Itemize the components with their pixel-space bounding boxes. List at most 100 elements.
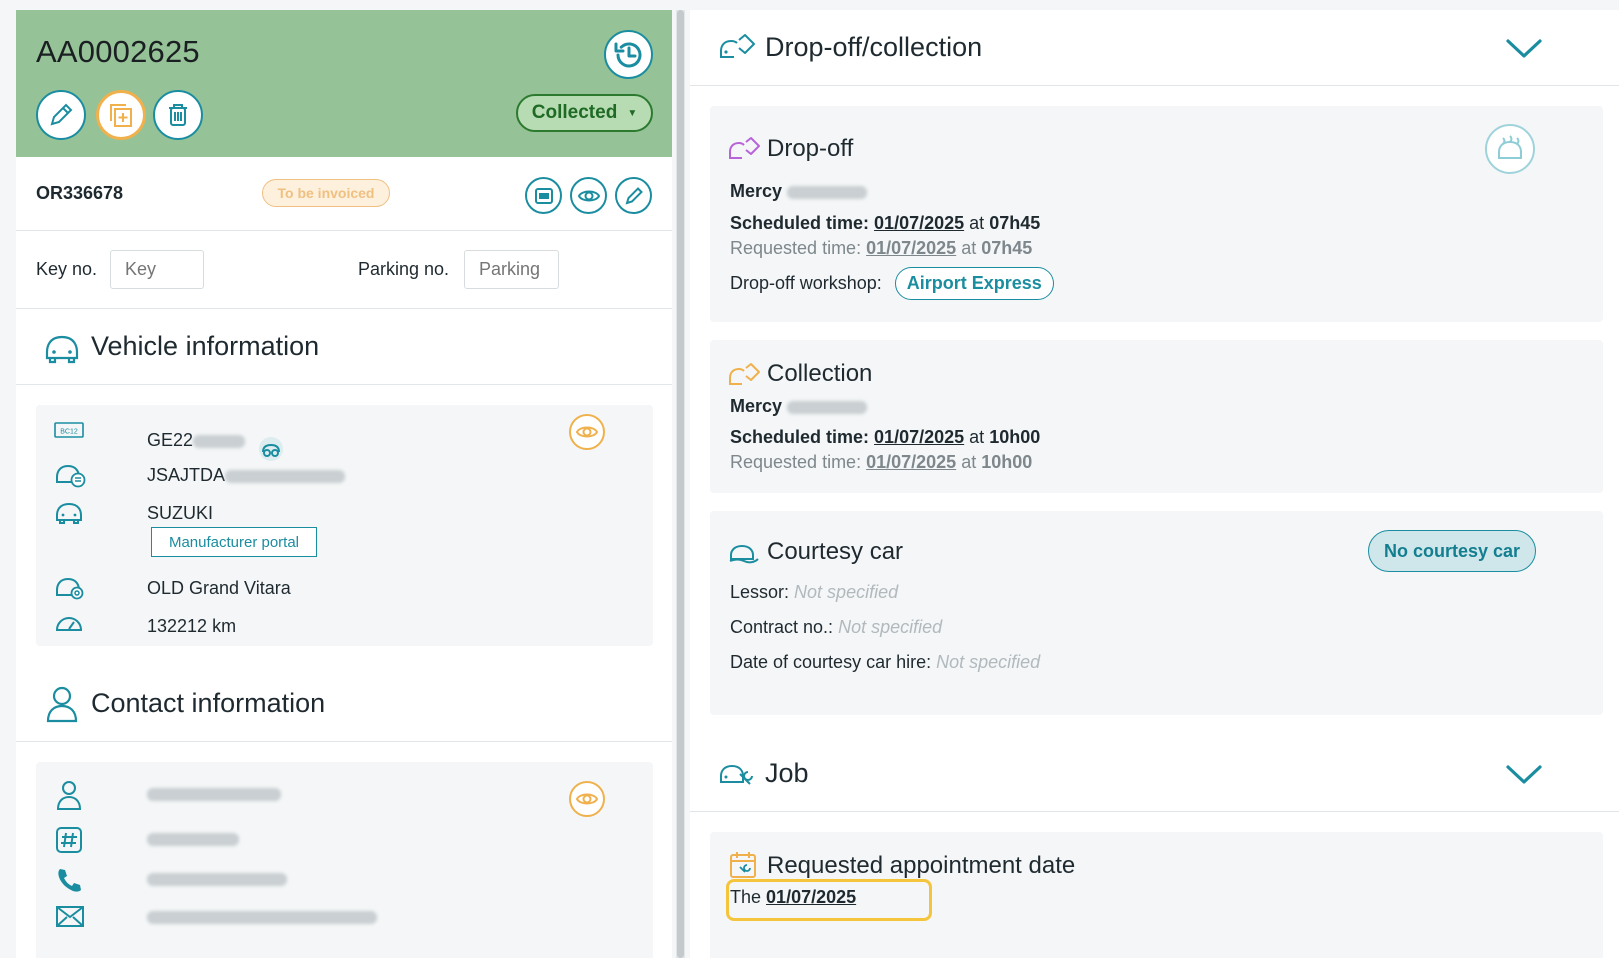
parking-label: Parking no. <box>358 259 450 279</box>
history-icon <box>614 41 641 67</box>
contact-section-title: Contact information <box>91 688 326 718</box>
dropoff-requested-label: Requested time: <box>730 238 862 258</box>
dropoff-scheduled-date[interactable]: 01/07/2025 <box>874 213 964 233</box>
courtesy-car-card: Courtesy car No courtesy car Lessor: Not… <box>710 511 1603 715</box>
vehicle-model: OLD Grand Vitara <box>147 578 291 598</box>
dropoff-requested-time: 07h45 <box>981 238 1033 258</box>
job-section-header[interactable]: Job <box>690 736 1619 812</box>
or-number: OR336678 <box>36 183 124 203</box>
plate-number: GE22 <box>147 430 246 451</box>
dropoff-requested: Requested time: 01/07/2025 at 07h45 <box>730 238 1032 259</box>
speedometer-icon <box>55 617 83 631</box>
dropoff-person-name: Mercy <box>730 181 783 201</box>
lessor-label: Lessor: <box>730 582 790 602</box>
contact-customer-id <box>147 833 239 846</box>
appointment-date: The 01/07/2025 <box>730 887 856 908</box>
edit-or-button[interactable] <box>615 177 652 214</box>
contract-row: Contract no.: Not specified <box>730 617 942 638</box>
contract-label: Contract no.: <box>730 617 834 637</box>
dropoff-requested-date[interactable]: 01/07/2025 <box>866 238 956 258</box>
pencil-icon <box>625 186 643 204</box>
plate-prefix: GE22 <box>147 430 194 450</box>
pencil-icon <box>50 103 73 126</box>
pdf-button[interactable] <box>525 177 562 214</box>
key-input[interactable] <box>110 250 204 289</box>
appointment-date-value[interactable]: 01/07/2025 <box>766 887 856 907</box>
car-settings-icon <box>56 577 84 600</box>
parking-input[interactable] <box>464 250 559 289</box>
duplicate-icon <box>110 104 132 127</box>
vin-icon <box>56 464 86 488</box>
job-title: Job <box>765 758 809 788</box>
car-wash-button[interactable] <box>1485 124 1535 174</box>
order-panel: AA0002625 Collected ▼ OR336678 To be inv… <box>16 10 672 958</box>
collection-title: Collection <box>767 360 873 387</box>
appointment-card: Requested appointment date The 01/07/202… <box>710 832 1603 958</box>
car-wash-icon <box>1498 135 1522 159</box>
dropoff-icon <box>729 137 760 159</box>
mail-icon <box>56 906 84 927</box>
hire-date-value: Not specified <box>936 652 1041 672</box>
edit-order-button[interactable] <box>36 90 86 140</box>
car-icon <box>45 335 79 364</box>
lessor-value: Not specified <box>794 582 899 602</box>
chevron-down-icon[interactable] <box>1505 36 1543 60</box>
dropoff-scheduled-label: Scheduled time: <box>730 213 870 233</box>
make-row: SUZUKI <box>36 497 596 527</box>
dropoff-scheduled-at: at <box>969 213 985 233</box>
collection-scheduled-time: 10h00 <box>989 427 1041 447</box>
model-row: OLD Grand Vitara <box>36 572 596 602</box>
manufacturer-portal-button[interactable]: Manufacturer portal <box>151 527 317 557</box>
collection-requested-date[interactable]: 01/07/2025 <box>866 452 956 472</box>
person-icon <box>46 686 78 723</box>
delete-order-button[interactable] <box>153 90 203 140</box>
status-label: Collected <box>531 102 618 123</box>
invoice-status-badge: To be invoiced <box>262 179 390 207</box>
order-id: AA0002625 <box>36 34 200 69</box>
left-panel-scrollbar[interactable] <box>676 10 685 958</box>
dropoff-title: Drop-off <box>767 135 854 162</box>
collection-person: Mercy <box>730 396 868 417</box>
vehicle-section-header[interactable]: Vehicle information <box>16 309 672 385</box>
duplicate-order-button[interactable] <box>96 90 146 140</box>
dropoff-person: Mercy <box>730 181 868 202</box>
contact-name <box>147 788 281 801</box>
contract-value: Not specified <box>838 617 943 637</box>
key-label: Key no. <box>36 259 98 279</box>
workshop-badge[interactable]: Airport Express <box>894 267 1054 300</box>
dropoff-collection-title: Drop-off/collection <box>765 32 983 62</box>
history-button[interactable] <box>604 30 653 79</box>
collection-card: Collection Mercy Scheduled time: 01/07/2… <box>710 340 1603 493</box>
plate-row: BC12 GE22 <box>36 420 596 461</box>
courtesy-car-badge[interactable]: No courtesy car <box>1368 530 1536 572</box>
collection-requested-time: 10h00 <box>981 452 1033 472</box>
appointment-the: The <box>730 887 762 907</box>
contact-section-header[interactable]: Contact information <box>16 666 672 742</box>
scrollbar-thumb[interactable] <box>677 10 684 958</box>
caret-down-icon: ▼ <box>627 107 638 119</box>
car-exchange-icon <box>720 34 755 58</box>
pdf-icon <box>534 187 553 204</box>
dropoff-scheduled-time: 07h45 <box>989 213 1041 233</box>
collection-requested-at: at <box>961 452 977 472</box>
vin-number: JSAJTDA <box>147 465 346 486</box>
status-dropdown[interactable]: Collected ▼ <box>516 94 653 132</box>
view-or-button[interactable] <box>570 177 607 214</box>
vehicle-make: SUZUKI <box>147 503 214 523</box>
dropoff-workshop-label: Drop-off workshop: <box>730 273 882 293</box>
calendar-icon <box>730 852 756 878</box>
chevron-down-icon[interactable] <box>1505 762 1543 786</box>
svg-text:BC12: BC12 <box>60 429 78 436</box>
phone-icon <box>58 869 81 892</box>
collection-scheduled-date[interactable]: 01/07/2025 <box>874 427 964 447</box>
contact-card <box>36 762 653 958</box>
license-plate-icon: BC12 <box>54 422 84 438</box>
collection-person-name: Mercy <box>730 396 783 416</box>
hire-date-label: Date of courtesy car hire: <box>730 652 932 672</box>
dropoff-card: Drop-off Mercy Scheduled time: 01/07/202… <box>710 106 1603 322</box>
person-icon <box>56 781 82 810</box>
collection-scheduled: Scheduled time: 01/07/2025 at 10h00 <box>730 427 1040 448</box>
details-panel: Drop-off/collection Drop-off Mercy Sched… <box>690 10 1619 958</box>
view-contact-button[interactable] <box>569 781 605 817</box>
dropoff-collection-header[interactable]: Drop-off/collection <box>690 10 1619 86</box>
